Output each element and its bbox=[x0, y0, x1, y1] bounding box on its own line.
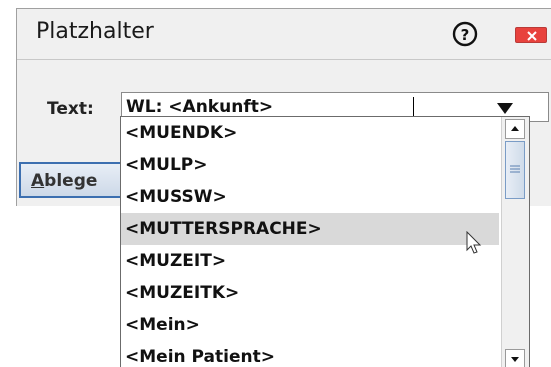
mouse-pointer-icon bbox=[466, 231, 482, 254]
title-bar: Platzhalter ? bbox=[17, 9, 551, 60]
close-x-icon bbox=[527, 31, 537, 41]
dropdown-list[interactable]: <MUENDK> <MULP> <MUSSW> <MUTTERSPRACHE> … bbox=[120, 116, 530, 367]
list-item[interactable]: <MUSSW> bbox=[121, 181, 499, 213]
combo-value[interactable]: WL: <Ankunft> bbox=[126, 97, 273, 117]
list-item[interactable]: <MUENDK> bbox=[121, 117, 499, 149]
list-item[interactable]: <Mein Patient> bbox=[121, 341, 499, 367]
ablegen-button-label: Ablege bbox=[31, 171, 98, 191]
list-item[interactable]: <Mein> bbox=[121, 309, 499, 341]
vertical-scrollbar[interactable] bbox=[501, 117, 529, 367]
scroll-down-arrow-icon bbox=[511, 357, 519, 362]
dialog-title: Platzhalter bbox=[36, 19, 154, 44]
scroll-up-button[interactable] bbox=[505, 119, 525, 139]
close-button[interactable] bbox=[515, 27, 547, 43]
svg-text:?: ? bbox=[461, 26, 470, 44]
question-circle-icon[interactable]: ? bbox=[452, 21, 478, 47]
list-item[interactable]: <MULP> bbox=[121, 149, 499, 181]
grip-icon bbox=[510, 165, 520, 173]
list-item-highlighted[interactable]: <MUTTERSPRACHE> bbox=[121, 213, 499, 245]
dropdown-arrow-icon[interactable] bbox=[497, 103, 513, 115]
scroll-up-arrow-icon bbox=[511, 126, 519, 131]
ablegen-button[interactable]: Ablege bbox=[19, 162, 129, 198]
text-label: Text: bbox=[47, 99, 94, 119]
scroll-down-button[interactable] bbox=[505, 349, 525, 367]
list-item[interactable]: <MUZEITK> bbox=[121, 277, 499, 309]
text-caret bbox=[413, 97, 414, 117]
list-item[interactable]: <MUZEIT> bbox=[121, 245, 499, 277]
scroll-thumb[interactable] bbox=[505, 141, 525, 199]
